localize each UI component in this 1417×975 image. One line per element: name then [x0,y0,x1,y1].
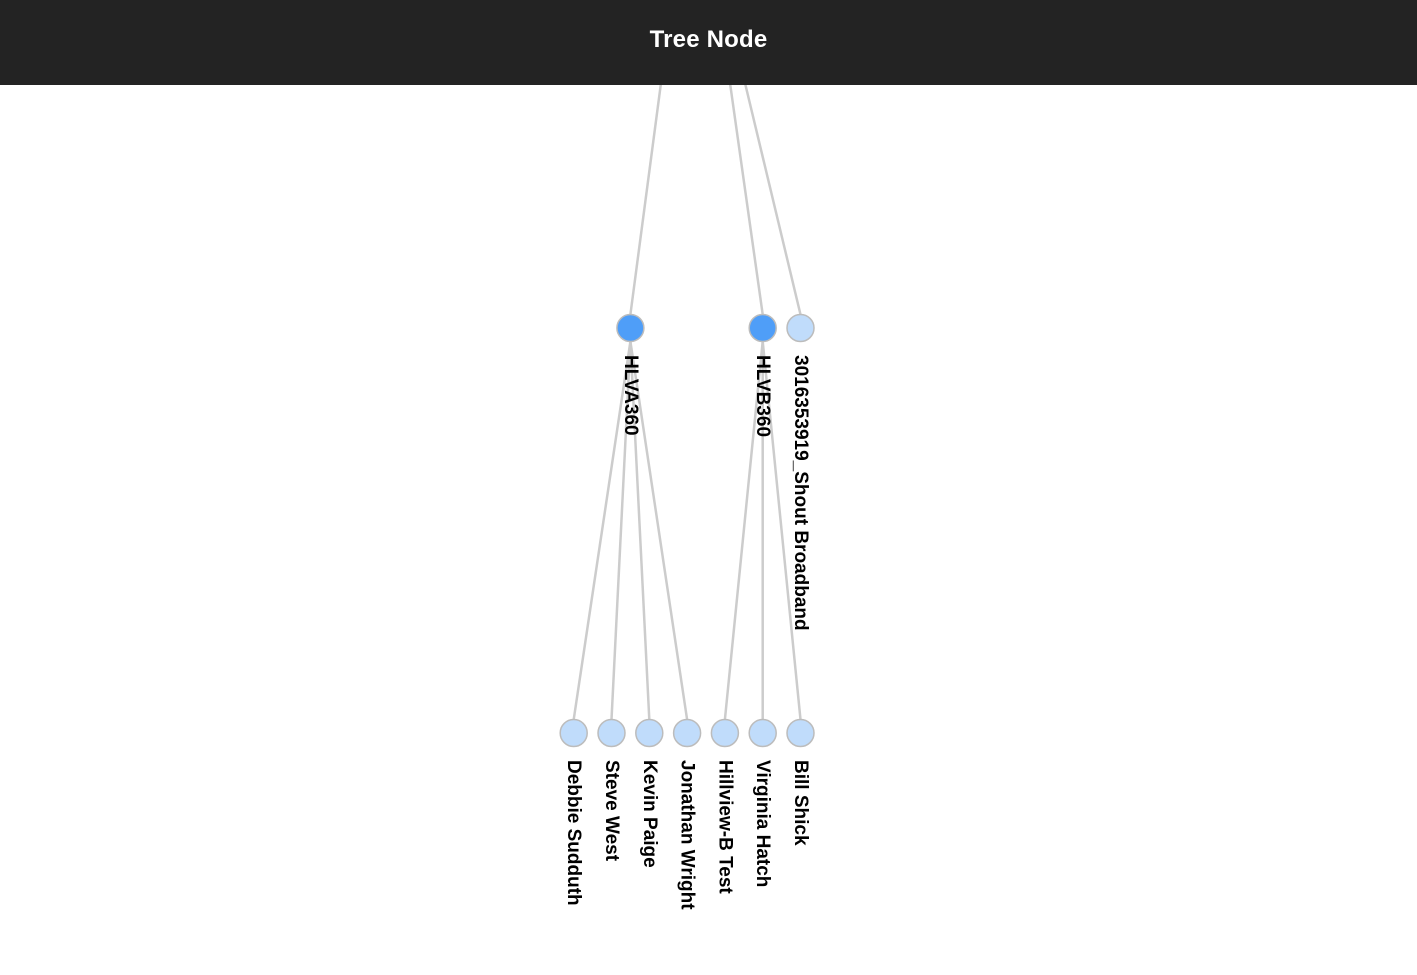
tree-node-steve-west[interactable]: Steve West [597,718,626,862]
node-label: Bill Shick [790,760,811,846]
expanded-node-circle[interactable] [616,313,645,343]
tree-node-virginia-hatch[interactable]: Virginia Hatch [748,718,777,888]
node-label: Steve West [601,760,622,862]
tree-node-jonathan-wright[interactable]: Jonathan Wright [672,718,702,911]
tree-node-hlvb360[interactable]: HLVB360 [748,313,777,438]
app-header: Tree Node [0,0,1417,85]
tree-node-3016353919-shout-broadband[interactable]: 3016353919_Shout Broadband [786,313,815,631]
nodes-layer: HLVA360 Debbie Sudduth Steve West Kevin Pai… [559,313,815,911]
node-label: Virginia Hatch [752,760,773,887]
leaf-node-circle[interactable] [786,718,815,748]
node-label: Debbie Sudduth [563,760,584,906]
leaf-node-circle[interactable] [559,718,588,748]
tree-diagram: HLVA360 Debbie Sudduth Steve West Kevin Pai… [559,82,815,911]
node-label: HLVB360 [752,355,773,437]
tree-node-hlva360[interactable]: HLVA360 [616,313,645,436]
link-root-hlvb360 [728,82,764,315]
leaf-node-circle[interactable] [672,718,702,748]
leaf-node-circle[interactable] [786,313,815,343]
node-label: Jonathan Wright [677,760,698,910]
tree-node-debbie-sudduth[interactable]: Debbie Sudduth [559,718,588,906]
node-label: HLVA360 [620,355,641,436]
node-label: Hillview-B Test [714,760,735,894]
leaf-node-circle[interactable] [710,718,740,748]
expanded-node-circle[interactable] [748,313,777,343]
node-label: Kevin Paige [639,760,660,868]
tree-node-hillview-b-test[interactable]: Hillview-B Test [710,718,740,895]
node-label: 3016353919_Shout Broadband [790,355,811,631]
leaf-node-circle[interactable] [635,718,664,748]
tree-node-kevin-paige[interactable]: Kevin Paige [635,718,664,868]
leaf-node-circle[interactable] [748,718,777,748]
tree-node-bill-shick[interactable]: Bill Shick [786,718,815,846]
leaf-node-circle[interactable] [597,718,626,748]
link-root-3016353919-shout-broadband [743,82,802,315]
page-title: Tree Node [649,26,768,53]
link-root-hlva360 [629,82,663,315]
